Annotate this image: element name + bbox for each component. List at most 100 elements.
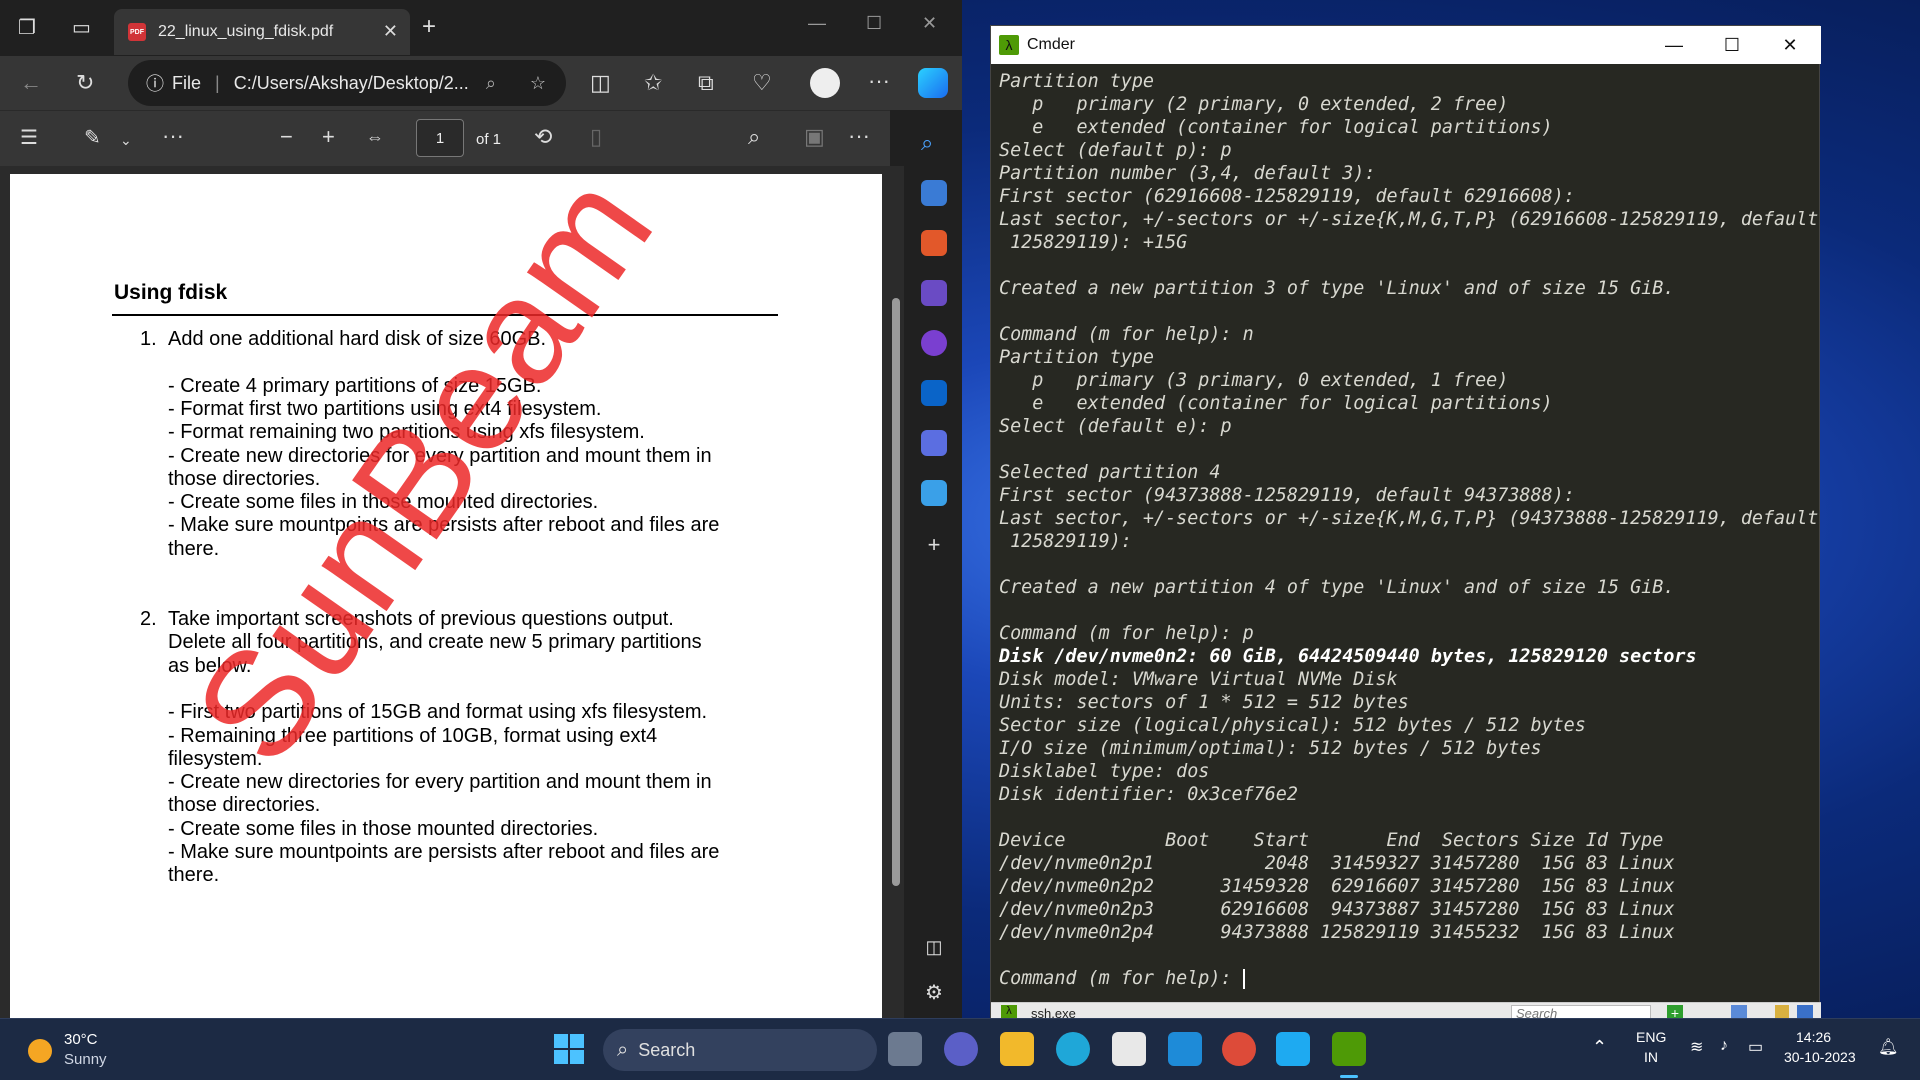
cmder-window: λ Cmder — ☐ ✕ Partition type p primary (… bbox=[990, 25, 1821, 1024]
volume-icon[interactable]: ♪ bbox=[1720, 1037, 1728, 1055]
new-tab-icon[interactable]: + bbox=[422, 15, 436, 39]
refresh-icon[interactable]: ↻ bbox=[76, 72, 94, 94]
clock-time[interactable]: 14:26 bbox=[1796, 1029, 1831, 1045]
cmder-maximize-icon[interactable]: ☐ bbox=[1703, 26, 1761, 64]
add-sidebar-icon[interactable]: + bbox=[921, 534, 947, 556]
designer-icon[interactable] bbox=[921, 430, 947, 456]
minimize-icon[interactable]: — bbox=[808, 12, 826, 34]
split-screen-icon[interactable]: ◫ bbox=[590, 72, 611, 94]
lang[interactable]: ENG bbox=[1636, 1029, 1666, 1045]
terminal-line: e extended (container for logical partit… bbox=[999, 393, 1553, 414]
tools-icon[interactable] bbox=[921, 230, 947, 256]
doc-line: those directories. bbox=[168, 794, 321, 817]
tab-bar: ❐ ▭ PDF 22_linux_using_fdisk.pdf ✕ + — ☐… bbox=[0, 0, 962, 56]
zoom-in-icon[interactable]: + bbox=[322, 126, 335, 148]
cmder-title: Cmder bbox=[1027, 36, 1076, 53]
search-icon[interactable]: ⌕ bbox=[921, 130, 947, 156]
cmder-taskbar-icon[interactable] bbox=[1332, 1032, 1366, 1066]
taskbar-search[interactable]: ⌕ Search bbox=[603, 1029, 877, 1071]
weather-temp[interactable]: 30°C bbox=[64, 1031, 98, 1048]
games-icon[interactable] bbox=[921, 280, 947, 306]
find-icon[interactable]: ⌕ bbox=[748, 126, 760, 148]
more-options-icon[interactable]: ··· bbox=[868, 70, 890, 92]
sidebar-toggle-icon[interactable]: ◫ bbox=[921, 936, 947, 958]
terminal-line: 125829119): +15G bbox=[999, 232, 1188, 253]
collections-icon[interactable]: ⧉ bbox=[698, 72, 714, 94]
store-icon[interactable] bbox=[1112, 1032, 1146, 1066]
terminal-line: Disklabel type: dos bbox=[999, 761, 1210, 782]
zoom-out-icon[interactable]: − bbox=[280, 126, 293, 148]
favorite-star-icon[interactable]: ☆ bbox=[530, 73, 546, 94]
terminal-line: Last sector, +/-sectors or +/-size{K,M,G… bbox=[999, 508, 1819, 529]
chevron-down-icon[interactable]: ⌄ bbox=[120, 129, 132, 151]
fit-page-icon[interactable]: ⇔ bbox=[366, 126, 384, 148]
profile-avatar[interactable] bbox=[810, 68, 840, 98]
doc-line: there. bbox=[168, 537, 220, 560]
back-icon[interactable]: ← bbox=[20, 72, 42, 94]
edge-taskbar-icon[interactable] bbox=[1056, 1032, 1090, 1066]
rotate-icon[interactable]: ⟲ bbox=[534, 126, 552, 148]
page-view-icon[interactable]: ▯ bbox=[590, 126, 602, 148]
weather-desc[interactable]: Sunny bbox=[64, 1051, 107, 1068]
tab-pdf[interactable]: PDF 22_linux_using_fdisk.pdf ✕ bbox=[114, 9, 410, 55]
highlight-icon[interactable]: ✎ bbox=[84, 127, 101, 149]
info-icon[interactable]: ⓘ bbox=[146, 70, 164, 96]
chat-icon[interactable] bbox=[944, 1032, 978, 1066]
terminal-line: First sector (62916608-125829119, defaul… bbox=[999, 186, 1575, 207]
cmder-close-icon[interactable]: ✕ bbox=[1761, 26, 1819, 64]
page-number-input[interactable]: 1 bbox=[416, 119, 464, 157]
wifi-icon[interactable]: ≋ bbox=[1690, 1037, 1703, 1057]
doc-heading: Using fdisk bbox=[114, 281, 228, 304]
address-bar[interactable]: ⓘ File | C:/Users/Akshay/Desktop/2... ⌕ … bbox=[128, 60, 566, 106]
vmware-icon[interactable] bbox=[1276, 1032, 1310, 1066]
close-window-icon[interactable]: ✕ bbox=[922, 12, 937, 34]
copilot-sidebar-icon[interactable] bbox=[921, 330, 947, 356]
cmder-minimize-icon[interactable]: — bbox=[1645, 26, 1703, 64]
weather-sun-icon[interactable] bbox=[28, 1039, 52, 1063]
show-hidden-icons-icon[interactable]: ⌃ bbox=[1592, 1037, 1607, 1058]
send-icon[interactable] bbox=[921, 480, 947, 506]
terminal-line: Device Boot Start End Sectors Size Id Ty… bbox=[999, 830, 1664, 851]
chrome-icon[interactable] bbox=[1222, 1032, 1256, 1066]
maximize-icon[interactable]: ☐ bbox=[866, 12, 882, 34]
clock-date[interactable]: 30-10-2023 bbox=[1784, 1049, 1856, 1065]
cmder-titlebar: λ Cmder — ☐ ✕ bbox=[991, 26, 1821, 64]
terminal-line: p primary (2 primary, 0 extended, 2 free… bbox=[999, 94, 1509, 115]
pdf-scrollbar[interactable] bbox=[892, 286, 902, 906]
terminal-line: /dev/nvme0n2p1 2048 31459327 31457280 15… bbox=[999, 853, 1675, 874]
close-tab-icon[interactable]: ✕ bbox=[383, 21, 398, 42]
pdf-file-icon: PDF bbox=[128, 23, 146, 41]
zoom-icon[interactable]: ⌕ bbox=[486, 73, 496, 94]
terminal-line: Sector size (logical/physical): 512 byte… bbox=[999, 715, 1586, 736]
pdf-more-icon[interactable]: ··· bbox=[848, 125, 870, 147]
terminal-line: Disk /dev/nvme0n2: 60 GiB, 64424509440 b… bbox=[999, 646, 1697, 667]
notification-bell-icon[interactable]: 🔔︎ bbox=[1878, 1037, 1898, 1057]
browser-essentials-icon[interactable]: ♡ bbox=[752, 72, 772, 94]
address-text: C:/Users/Akshay/Desktop/2... bbox=[233, 72, 469, 93]
favorites-icon[interactable]: ✩ bbox=[644, 72, 662, 94]
copilot-icon[interactable] bbox=[918, 68, 948, 98]
tab-actions-icon[interactable]: ▭ bbox=[72, 17, 91, 39]
l-app-icon[interactable] bbox=[1168, 1032, 1202, 1066]
file-explorer-icon[interactable] bbox=[1000, 1032, 1034, 1066]
shopping-icon[interactable] bbox=[921, 180, 947, 206]
workspaces-icon[interactable]: ❐ bbox=[18, 17, 36, 39]
terminal-line: Select (default p): p bbox=[999, 140, 1232, 161]
doc-line: - Create new directories for every parti… bbox=[168, 771, 712, 794]
save-icon[interactable]: ▣ bbox=[804, 126, 825, 148]
terminal-line: /dev/nvme0n2p4 94373888 125829119 314552… bbox=[999, 922, 1675, 943]
start-windows-icon[interactable] bbox=[552, 1032, 586, 1066]
outlook-icon[interactable] bbox=[921, 380, 947, 406]
battery-icon[interactable]: ▭ bbox=[1748, 1037, 1763, 1057]
scroll-thumb[interactable] bbox=[892, 298, 900, 886]
region[interactable]: IN bbox=[1644, 1049, 1658, 1065]
more-tools-icon[interactable]: ··· bbox=[162, 125, 184, 147]
contents-icon[interactable]: ☰ bbox=[20, 127, 38, 149]
settings-gear-icon[interactable]: ⚙ bbox=[921, 982, 947, 1004]
task-view-icon[interactable] bbox=[888, 1032, 922, 1066]
terminal-line: /dev/nvme0n2p3 62916608 94373887 3145728… bbox=[999, 899, 1675, 920]
terminal-output[interactable]: Partition type p primary (2 primary, 0 e… bbox=[999, 70, 1819, 1000]
